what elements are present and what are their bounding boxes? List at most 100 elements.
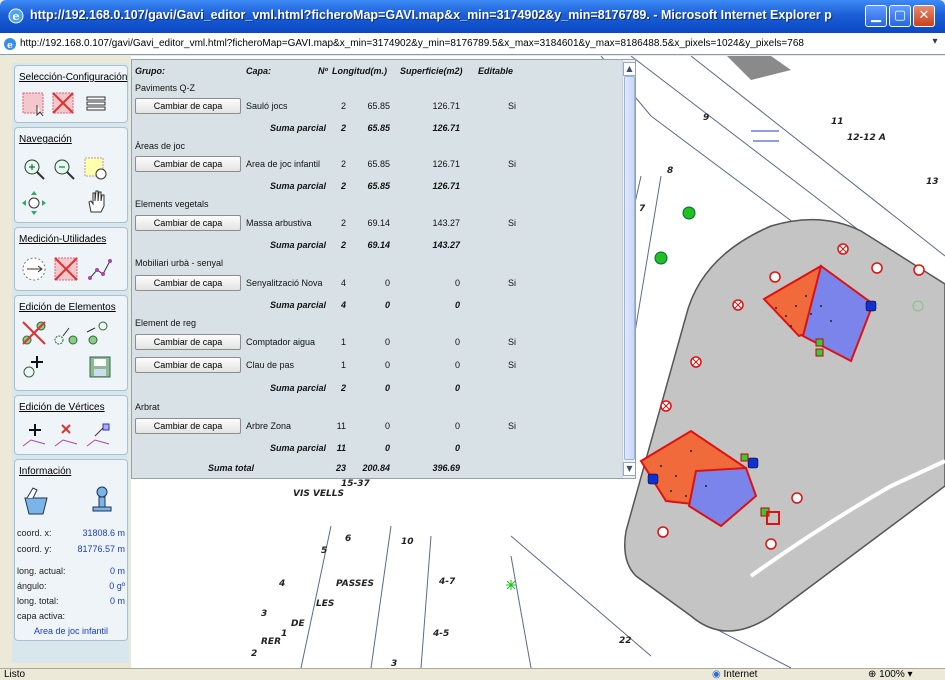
layers-tool-icon[interactable]	[83, 91, 109, 117]
subtotal-label: Suma parcial	[270, 123, 327, 133]
map-label: 7	[639, 204, 646, 214]
change-layer-button[interactable]: Cambiar de capa	[135, 357, 241, 373]
window-titlebar: e http://192.168.0.107/gavi/Gavi_editor_…	[0, 0, 945, 33]
address-dropdown-icon[interactable]: ▾	[928, 36, 942, 52]
subtotal-area: 0	[454, 443, 460, 453]
close-button[interactable]: ✕	[913, 5, 935, 27]
zoom-box-icon[interactable]	[83, 156, 109, 182]
total-length: 200.84	[362, 463, 390, 473]
clear-measure-icon[interactable]	[53, 256, 79, 282]
status-text: Listo	[4, 669, 26, 680]
delete-vertex-icon[interactable]	[53, 422, 79, 448]
map-label: DE	[291, 619, 305, 629]
address-bar[interactable]: e http://192.168.0.107/gavi/Gavi_editor_…	[0, 33, 945, 55]
layer-count: 1	[340, 360, 346, 370]
subtotal-area: 126.71	[432, 181, 460, 191]
page-icon: e	[4, 38, 16, 51]
scroll-down-icon[interactable]: ▼	[623, 462, 635, 476]
change-layer-button[interactable]: Cambiar de capa	[135, 215, 241, 231]
subtotal-area: 143.27	[432, 240, 460, 250]
panel-seleccion: Selección-Configuración	[14, 65, 128, 123]
change-layer-button[interactable]: Cambiar de capa	[135, 156, 241, 172]
table-scrollbar[interactable]: ▲ ▼	[622, 60, 635, 478]
layer-name: Senyalització Nova	[246, 278, 323, 288]
identify-icon[interactable]	[87, 484, 117, 514]
subtotal-length: 0	[384, 443, 390, 453]
section-title-seleccion: Selección-Configuración	[19, 72, 128, 83]
map-label: 15-37	[341, 479, 371, 489]
zoom-in-icon[interactable]	[21, 156, 47, 182]
pan-arrows-icon[interactable]	[21, 190, 47, 216]
layer-length: 0	[384, 360, 390, 370]
change-layer-button[interactable]: Cambiar de capa	[135, 275, 241, 291]
layer-length: 0	[384, 421, 390, 431]
map-label: 1	[281, 629, 287, 639]
subtotal-length: 65.85	[367, 123, 390, 133]
subtotal-label: Suma parcial	[270, 181, 327, 191]
change-layer-button[interactable]: Cambiar de capa	[135, 98, 241, 114]
subtotal-length: 65.85	[367, 181, 390, 191]
measure-tool-icon[interactable]	[21, 256, 47, 282]
layer-count: 2	[340, 101, 346, 111]
subtotal-count: 2	[340, 240, 346, 250]
add-element-icon[interactable]	[21, 354, 47, 380]
maximize-button[interactable]: ▢	[889, 5, 911, 27]
select-tool-icon[interactable]	[21, 91, 47, 117]
subtotal-area: 126.71	[432, 123, 460, 133]
tools-sidebar: Selección-Configuración Navegación Medic…	[12, 63, 129, 663]
layer-name: Area de joc infantil	[246, 159, 321, 169]
subtotal-count: 2	[340, 123, 346, 133]
layer-editable: Si	[508, 159, 517, 169]
layer-area: 126.71	[432, 159, 460, 169]
layer-name: Arbre Zona	[246, 421, 292, 431]
status-bar: Listo ◉ Internet ⊕ 100% ▾	[0, 668, 945, 680]
map-label: LES	[316, 599, 334, 609]
scroll-up-icon[interactable]: ▲	[623, 62, 635, 76]
layer-count: 1	[340, 337, 346, 347]
move-vertex-icon[interactable]	[85, 422, 111, 448]
zoom-control[interactable]: ⊕ 100% ▾	[868, 669, 913, 680]
rotate-element-icon[interactable]	[83, 320, 109, 346]
zoom-out-icon[interactable]	[51, 156, 77, 182]
header-num: Nº	[318, 66, 328, 76]
map-label: RER	[261, 637, 281, 647]
layer-area: 0	[454, 337, 460, 347]
group-name: Mobiliari urbà - senyal	[135, 258, 224, 268]
address-url[interactable]: http://192.168.0.107/gavi/Gavi_editor_vm…	[20, 38, 804, 49]
close-icon: ✕	[918, 8, 930, 23]
header-superficie: Superficie(m2)	[400, 66, 463, 76]
layer-editable: Si	[508, 278, 517, 288]
layer-area: 0	[454, 278, 460, 288]
header-longitud: Longitud(m.)	[332, 66, 387, 76]
save-icon[interactable]	[87, 354, 113, 380]
map-label: PASSES	[336, 579, 374, 589]
delete-element-icon[interactable]	[21, 320, 47, 346]
add-vertex-icon[interactable]	[21, 422, 47, 448]
pan-hand-icon[interactable]	[83, 188, 109, 214]
info-query-icon[interactable]	[21, 486, 51, 516]
panel-informacion: Información coord. x: 31808.6 m coord. y:…	[14, 459, 128, 641]
subtotal-area: 0	[454, 383, 460, 393]
layer-editable: Si	[508, 218, 517, 228]
panel-edicion-elementos: Edición de Elementos	[14, 295, 128, 391]
layer-area: 0	[454, 360, 460, 370]
map-label: 12-12 A	[847, 133, 886, 143]
polyline-measure-icon[interactable]	[87, 256, 113, 282]
move-element-icon[interactable]	[53, 320, 79, 346]
layer-area: 126.71	[432, 101, 460, 111]
map-label: 5	[321, 546, 327, 556]
group-name: Element de reg	[135, 318, 197, 328]
deselect-tool-icon[interactable]	[51, 91, 77, 117]
header-grupo: Grupo:	[135, 66, 165, 76]
minimize-button[interactable]: ▁	[865, 5, 887, 27]
scroll-thumb[interactable]	[624, 76, 635, 460]
info-capa-activa: Area de joc infantil	[33, 626, 109, 636]
change-layer-button[interactable]: Cambiar de capa	[135, 418, 241, 434]
section-title-informacion: Información	[19, 466, 72, 477]
change-layer-button[interactable]: Cambiar de capa	[135, 334, 241, 350]
subtotal-count: 2	[340, 181, 346, 191]
map-label: 3	[391, 659, 397, 668]
group-name: Elements vegetals	[135, 199, 209, 209]
maximize-icon: ▢	[893, 8, 907, 23]
internet-explorer-icon: e	[8, 8, 24, 24]
